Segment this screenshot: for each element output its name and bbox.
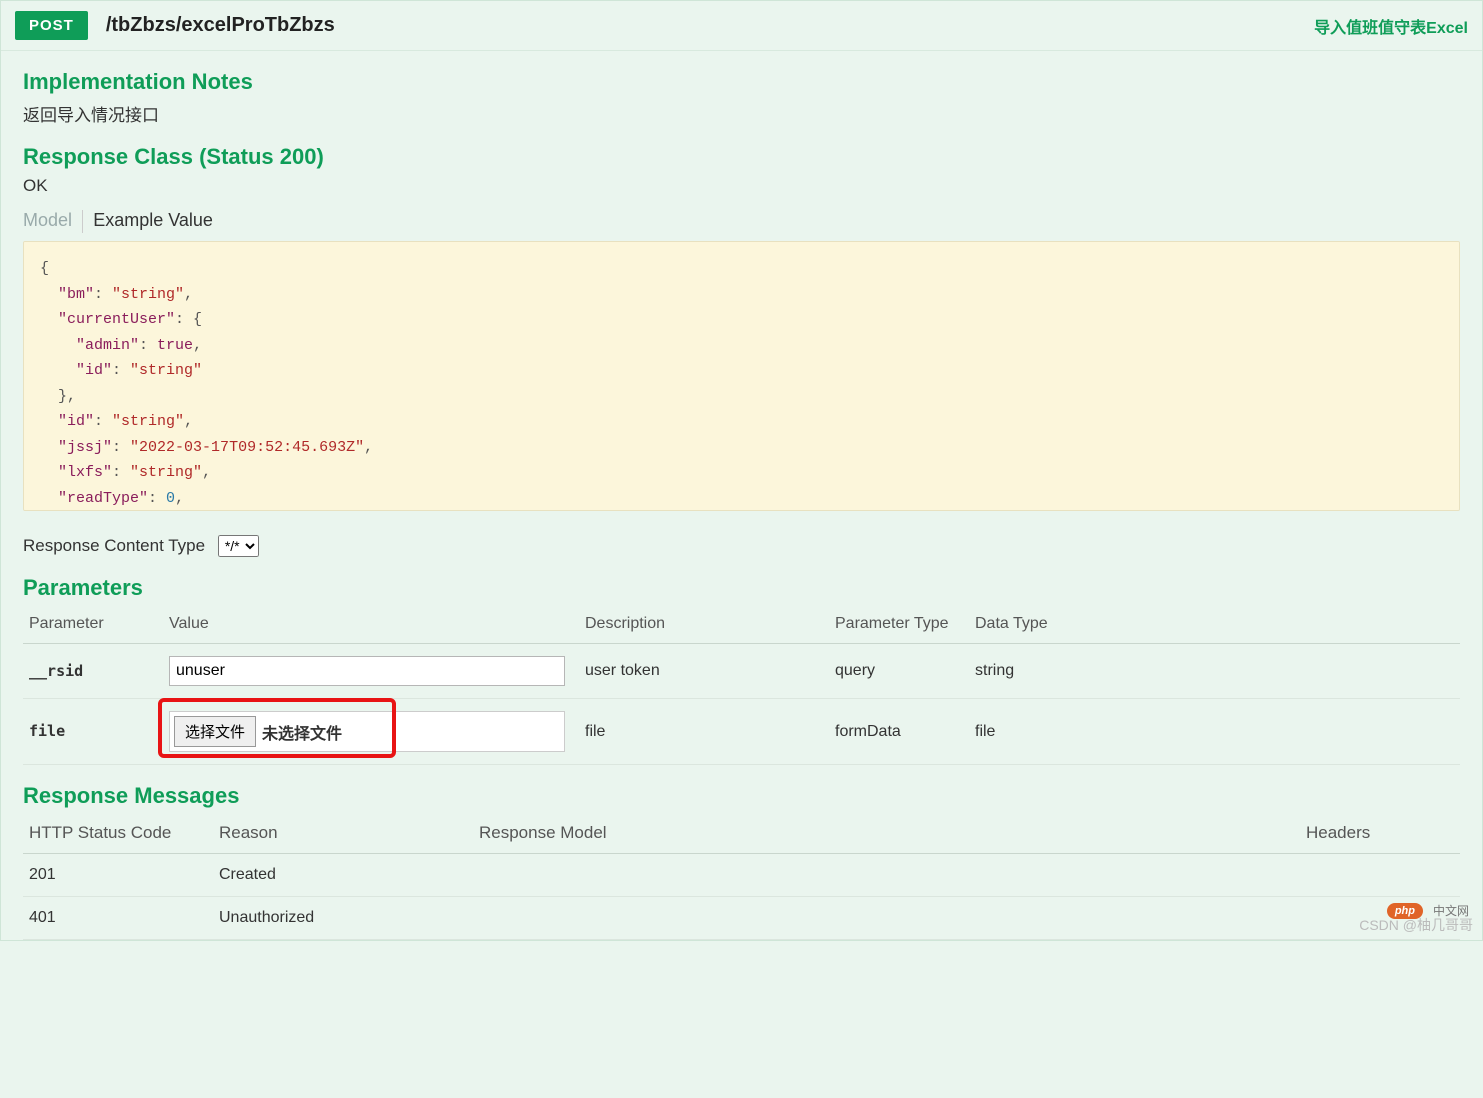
http-method-badge: POST [15,11,88,40]
table-row: 201 Created [23,854,1460,897]
table-row: 401 Unauthorized [23,897,1460,940]
param-type: query [829,644,969,699]
table-row: __rsid user token query string [23,644,1460,699]
response-content-type-select[interactable]: */* [218,535,259,557]
tab-model[interactable]: Model [23,210,83,233]
response-messages-table: HTTP Status Code Reason Response Model H… [23,815,1460,940]
status-code: 401 [23,897,213,940]
col-description: Description [579,607,829,644]
col-parameter: Parameter [23,607,163,644]
col-headers: Headers [1300,815,1460,854]
status-code: 201 [23,854,213,897]
col-response-model: Response Model [473,815,1300,854]
choose-file-button[interactable]: 选择文件 [174,716,256,747]
parameters-heading: Parameters [23,575,1460,601]
param-data-type: file [969,699,1460,765]
endpoint-path: /tbZbzs/excelProTbZbzs [106,14,335,37]
response-content-type-label: Response Content Type [23,536,205,555]
csdn-watermark: CSDN @柚几哥哥 [1359,915,1473,935]
operation-header[interactable]: POST /tbZbzs/excelProTbZbzs 导入值班值守表Excel [1,1,1482,51]
response-content-type-row: Response Content Type */* [23,535,1460,557]
operation-summary-link[interactable]: 导入值班值守表Excel [1314,14,1468,38]
param-data-type: string [969,644,1460,699]
file-not-selected-text: 未选择文件 [262,720,342,744]
table-row: file 选择文件 未选择文件 file formData file [23,699,1460,765]
model-example-tabs: Model Example Value [23,210,1460,233]
param-value-input[interactable] [169,656,565,686]
parameters-table: Parameter Value Description Parameter Ty… [23,607,1460,765]
implementation-notes-text: 返回导入情况接口 [23,101,1460,126]
response-class-heading: Response Class (Status 200) [23,144,1460,170]
col-http-status: HTTP Status Code [23,815,213,854]
param-name: file [29,722,65,740]
file-input-wrap: 选择文件 未选择文件 [169,711,565,752]
col-parameter-type: Parameter Type [829,607,969,644]
swagger-operation-panel: POST /tbZbzs/excelProTbZbzs 导入值班值守表Excel… [0,0,1483,941]
status-reason: Unauthorized [213,897,473,940]
example-value-json[interactable]: { "bm": "string", "currentUser": { "admi… [23,241,1460,511]
implementation-notes-heading: Implementation Notes [23,69,1460,95]
status-reason: Created [213,854,473,897]
col-data-type: Data Type [969,607,1460,644]
param-type: formData [829,699,969,765]
col-reason: Reason [213,815,473,854]
param-description: user token [579,644,829,699]
response-class-text: OK [23,176,1460,196]
param-name: __rsid [29,662,83,680]
col-value: Value [163,607,579,644]
response-messages-heading: Response Messages [23,783,1460,809]
tab-example-value[interactable]: Example Value [93,210,219,233]
param-description: file [579,699,829,765]
